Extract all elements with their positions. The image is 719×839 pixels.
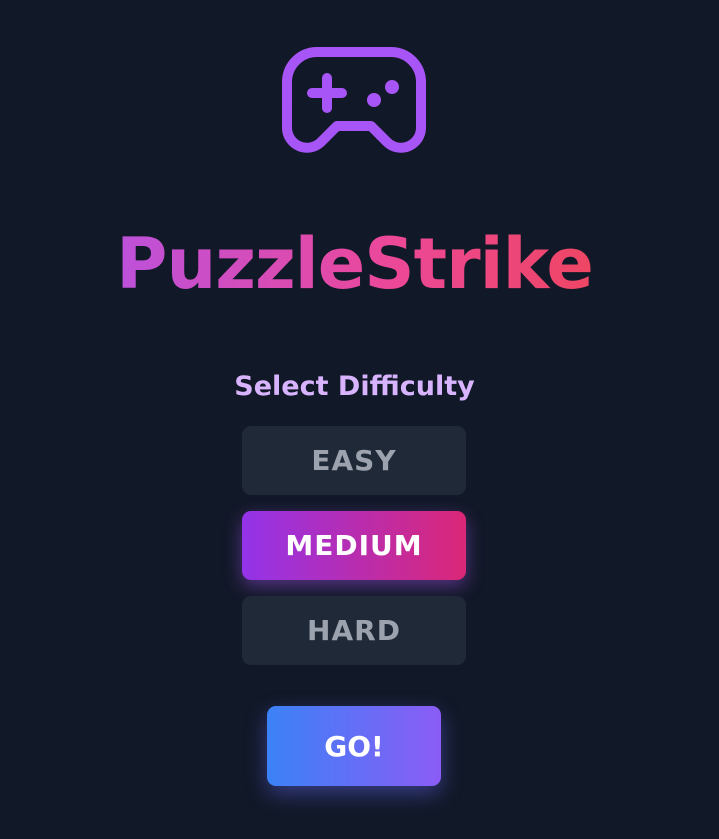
medium-button[interactable]: MEDIUM [242, 511, 466, 580]
easy-button[interactable]: EASY [242, 426, 466, 495]
hard-button[interactable]: HARD [242, 596, 466, 665]
start-screen: PuzzleStrike Select Difficulty EASY MEDI… [0, 0, 719, 839]
app-title: PuzzleStrike [0, 222, 709, 306]
go-button[interactable]: GO! [267, 706, 441, 786]
gamepad-icon [282, 47, 426, 153]
difficulty-heading: Select Difficulty [234, 371, 475, 402]
